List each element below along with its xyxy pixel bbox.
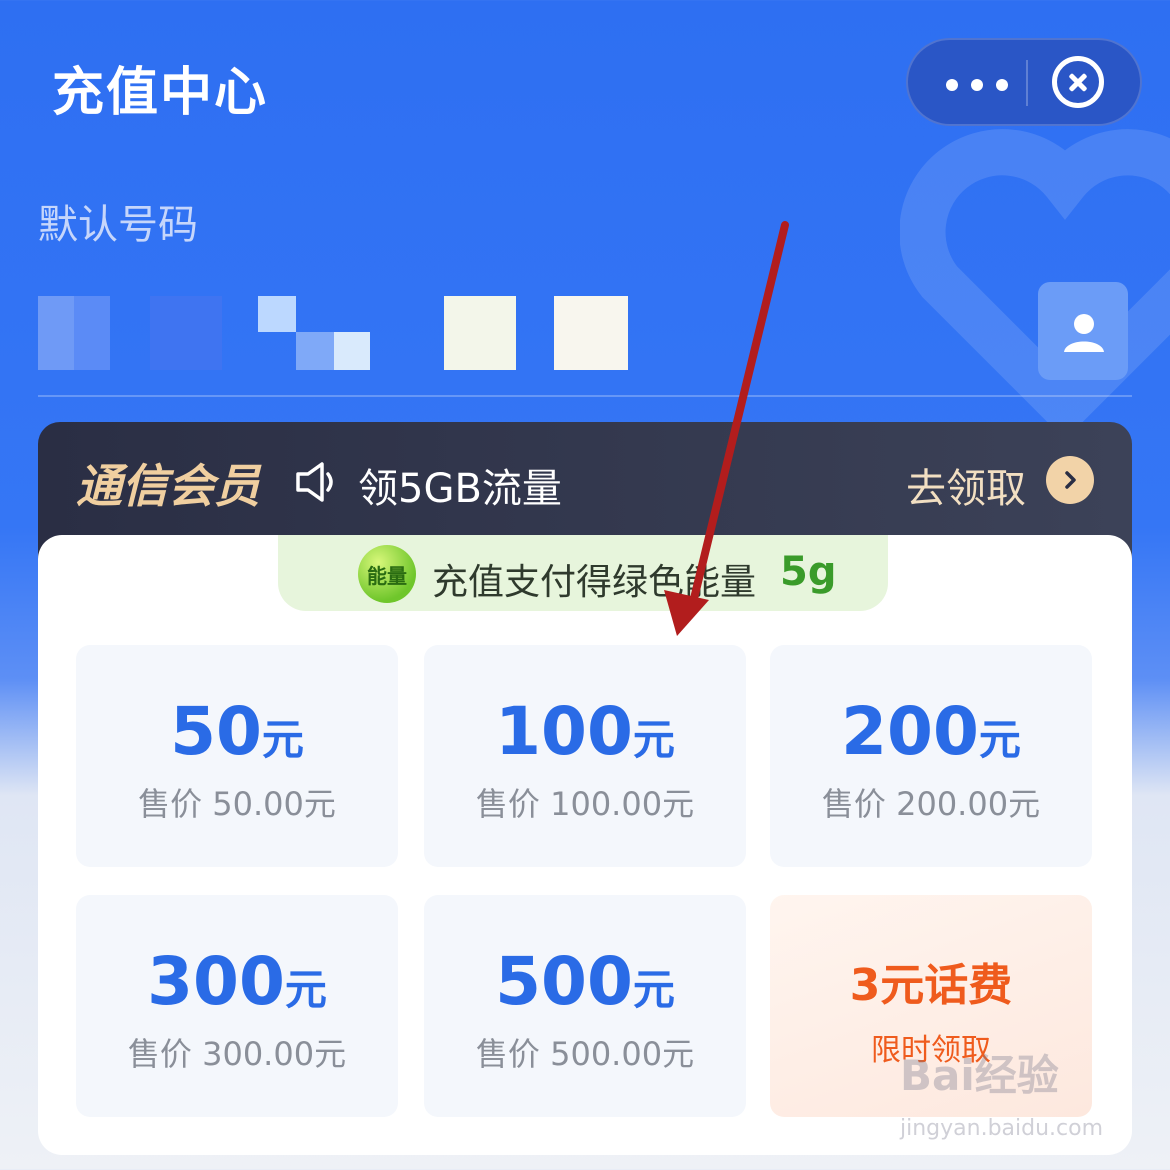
tile-amount: 300元 (147, 943, 327, 1020)
default-number-label: 默认号码 (38, 202, 198, 248)
contact-book-button[interactable] (1038, 282, 1128, 380)
promo-title: 3元话费 (849, 960, 1013, 1011)
claim-link[interactable]: 去领取 (906, 456, 1026, 514)
watermark-logo: Bai经验 (900, 1051, 1059, 1100)
brand-heart-logo (900, 129, 1170, 440)
recharge-option-300[interactable]: 300元 售价 300.00元 (76, 895, 398, 1117)
divider (38, 395, 1132, 397)
tile-amount: 500元 (495, 943, 675, 1020)
tile-price: 售价 100.00元 (475, 785, 695, 823)
capsule-divider (1026, 60, 1028, 106)
tile-price: 售价 200.00元 (821, 785, 1041, 823)
phone-number-masked[interactable] (38, 296, 638, 370)
membership-promo-text: 领5GB流量 (358, 466, 562, 512)
watermark-url: jingyan.baidu.com (900, 1116, 1104, 1141)
energy-text: 充值支付得绿色能量 (432, 562, 757, 603)
recharge-option-100[interactable]: 100元 售价 100.00元 (424, 645, 746, 867)
membership-title: 通信会员 (76, 459, 260, 513)
tile-price: 售价 50.00元 (138, 785, 336, 823)
tile-price: 售价 300.00元 (127, 1035, 347, 1073)
page-title: 充值中心 (52, 63, 269, 123)
tile-amount: 200元 (841, 693, 1021, 770)
recharge-option-50[interactable]: 50元 售价 50.00元 (76, 645, 398, 867)
green-energy-banner: 能量 充值支付得绿色能量 5g (278, 535, 888, 611)
tile-amount: 50元 (170, 693, 304, 770)
close-icon[interactable] (1052, 56, 1104, 108)
energy-icon: 能量 (358, 545, 416, 603)
recharge-option-200[interactable]: 200元 售价 200.00元 (770, 645, 1092, 867)
contact-icon (1064, 314, 1104, 352)
speaker-icon (296, 462, 333, 502)
recharge-option-500[interactable]: 500元 售价 500.00元 (424, 895, 746, 1117)
tile-amount: 100元 (495, 693, 675, 770)
chevron-right-icon[interactable] (1046, 456, 1094, 504)
mini-program-capsule (906, 38, 1142, 126)
energy-value: 5g (780, 549, 837, 595)
more-icon[interactable] (946, 62, 1008, 102)
tile-price: 售价 500.00元 (475, 1035, 695, 1073)
